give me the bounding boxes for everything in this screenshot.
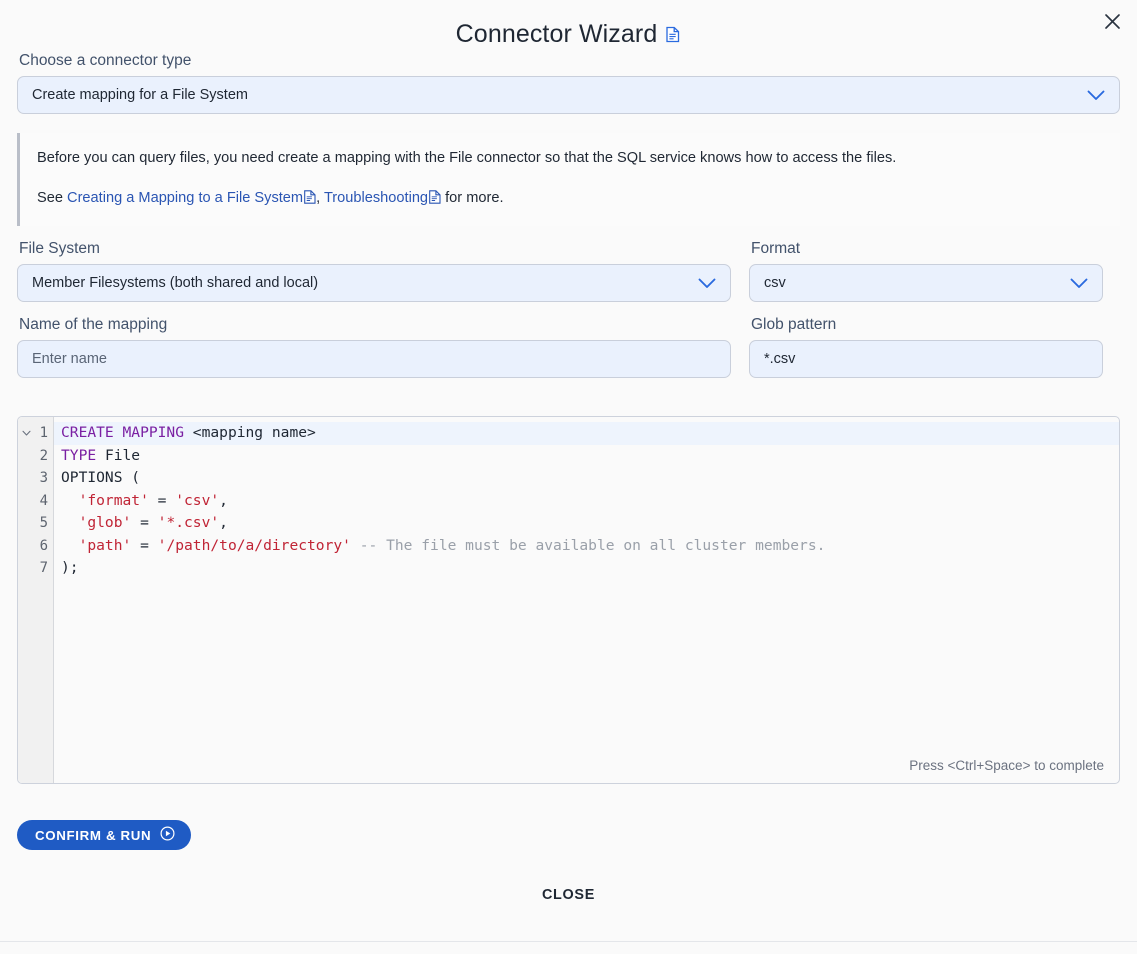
- code-token-str: 'csv': [175, 492, 219, 509]
- page-title: Connector Wizard: [0, 0, 1137, 40]
- connector-type-label: Choose a connector type: [19, 52, 1120, 70]
- editor-line-number: 4: [18, 490, 53, 513]
- editor-gutter: 1234567: [18, 417, 54, 783]
- code-token-str: 'path': [79, 537, 132, 554]
- document-link-icon-2[interactable]: [429, 190, 441, 211]
- connector-type-select[interactable]: Create mapping for a File System: [17, 76, 1120, 114]
- chevron-down-icon: [1070, 278, 1088, 289]
- file-system-label: File System: [19, 240, 731, 258]
- document-link-icon[interactable]: [304, 190, 316, 211]
- sql-code-editor[interactable]: 1234567 CREATE MAPPING <mapping name>TYP…: [17, 416, 1120, 784]
- page-title-text: Connector Wizard: [456, 20, 658, 49]
- glob-pattern-label: Glob pattern: [751, 316, 1103, 334]
- editor-code-line: OPTIONS (: [54, 467, 1119, 490]
- code-token-plain: =: [131, 514, 157, 531]
- callout-suffix: for more.: [441, 190, 503, 206]
- link-creating-a-mapping[interactable]: Creating a Mapping to a File System: [67, 190, 303, 206]
- close-icon[interactable]: [1097, 6, 1127, 36]
- code-token-plain: =: [131, 537, 157, 554]
- editor-code-line: );: [54, 557, 1119, 580]
- editor-autocomplete-hint: Press <Ctrl+Space> to complete: [909, 758, 1104, 773]
- callout-links-line: See Creating a Mapping to a File System,…: [37, 189, 1104, 211]
- confirm-and-run-button[interactable]: CONFIRM & RUN: [17, 820, 191, 850]
- code-token-plain: );: [61, 559, 79, 576]
- callout-separator: ,: [316, 190, 324, 206]
- file-system-value: Member Filesystems (both shared and loca…: [32, 275, 690, 291]
- code-token-plain: =: [149, 492, 175, 509]
- callout-see-prefix: See: [37, 190, 67, 206]
- code-token-kw: CREATE MAPPING: [61, 424, 184, 441]
- code-token-str: '*.csv': [158, 514, 220, 531]
- editor-line-number: 2: [18, 445, 53, 468]
- glob-pattern-input[interactable]: *.csv: [749, 340, 1103, 378]
- code-token-plain: <mapping name>: [184, 424, 316, 441]
- editor-code-area[interactable]: CREATE MAPPING <mapping name>TYPE FileOP…: [54, 417, 1119, 783]
- code-token-plain: ,: [219, 514, 228, 531]
- format-label: Format: [751, 240, 1103, 258]
- code-token-plain: [61, 537, 79, 554]
- editor-line-number: 1: [18, 422, 53, 445]
- file-system-select[interactable]: Member Filesystems (both shared and loca…: [17, 264, 731, 302]
- editor-code-line: 'format' = 'csv',: [54, 490, 1119, 513]
- info-callout: Before you can query files, you need cre…: [17, 133, 1120, 226]
- code-token-cmt: -- The file must be available on all clu…: [351, 537, 825, 554]
- editor-code-line: CREATE MAPPING <mapping name>: [54, 422, 1119, 445]
- document-icon[interactable]: [666, 26, 681, 43]
- code-token-str: 'glob': [79, 514, 132, 531]
- code-token-str: '/path/to/a/directory': [158, 537, 351, 554]
- link-troubleshooting[interactable]: Troubleshooting: [324, 190, 428, 206]
- code-token-plain: [61, 492, 79, 509]
- mapping-name-input[interactable]: Enter name: [17, 340, 731, 378]
- mapping-name-label: Name of the mapping: [19, 316, 731, 334]
- editor-code-line: 'path' = '/path/to/a/directory' -- The f…: [54, 535, 1119, 558]
- bottom-divider: [0, 941, 1137, 942]
- close-button[interactable]: CLOSE: [528, 881, 609, 909]
- play-circle-icon: [160, 826, 175, 844]
- editor-line-number: 5: [18, 512, 53, 535]
- glob-pattern-value: *.csv: [764, 351, 1088, 367]
- code-token-plain: [61, 514, 79, 531]
- editor-code-line: TYPE File: [54, 445, 1119, 468]
- chevron-down-fold-icon[interactable]: [20, 422, 32, 445]
- code-token-str: 'format': [79, 492, 149, 509]
- editor-line-number: 3: [18, 467, 53, 490]
- editor-code-line: 'glob' = '*.csv',: [54, 512, 1119, 535]
- connector-type-value: Create mapping for a File System: [32, 87, 1079, 103]
- chevron-down-icon: [1087, 90, 1105, 101]
- editor-line-number: 6: [18, 535, 53, 558]
- format-select[interactable]: csv: [749, 264, 1103, 302]
- mapping-name-placeholder: Enter name: [32, 351, 716, 367]
- editor-line-number: 7: [18, 557, 53, 580]
- callout-paragraph: Before you can query files, you need cre…: [37, 149, 1104, 169]
- format-value: csv: [764, 275, 1062, 291]
- code-token-kw: TYPE: [61, 447, 96, 464]
- confirm-and-run-label: CONFIRM & RUN: [35, 828, 151, 843]
- connector-wizard-dialog: Connector Wizard Choose a connector type…: [0, 0, 1137, 954]
- chevron-down-icon: [698, 278, 716, 289]
- code-token-plain: ,: [219, 492, 228, 509]
- code-token-plain: OPTIONS (: [61, 469, 140, 486]
- code-token-plain: File: [96, 447, 140, 464]
